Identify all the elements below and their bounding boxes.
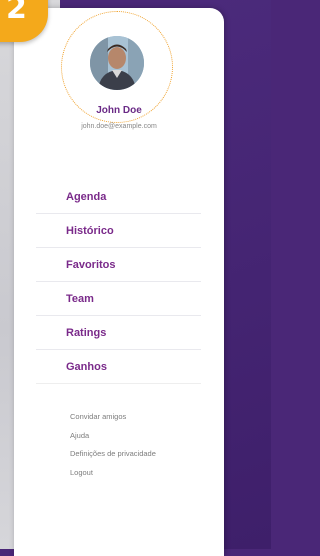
menu-item-team[interactable]: Team (36, 282, 201, 316)
menu-item-label: Agenda (66, 190, 107, 203)
user-email: john.doe@example.com (81, 123, 157, 130)
link-privacidade[interactable]: Definições de privacidade (70, 449, 156, 468)
user-photo-icon (90, 36, 144, 90)
step-number: 2 (6, 0, 27, 26)
user-name: John Doe (96, 105, 142, 116)
main-menu: Agenda Histórico Favoritos Team Ratings … (36, 180, 201, 384)
navigation-drawer: John Doe john.doe@example.com Agenda His… (14, 8, 224, 556)
link-logout[interactable]: Logout (70, 468, 156, 487)
secondary-menu: Convidar amigos Ajuda Definições de priv… (70, 412, 156, 486)
menu-item-favoritos[interactable]: Favoritos (36, 248, 201, 282)
menu-item-agenda[interactable]: Agenda (36, 180, 201, 214)
menu-item-label: Ratings (66, 326, 107, 339)
menu-item-label: Ganhos (66, 360, 107, 373)
link-ajuda[interactable]: Ajuda (70, 431, 156, 450)
link-convidar-amigos[interactable]: Convidar amigos (70, 412, 156, 431)
menu-item-label: Histórico (66, 224, 114, 237)
menu-item-ganhos[interactable]: Ganhos (36, 350, 201, 384)
menu-item-label: Favoritos (66, 258, 116, 271)
menu-item-ratings[interactable]: Ratings (36, 316, 201, 350)
avatar[interactable] (90, 36, 144, 90)
menu-item-label: Team (66, 292, 94, 305)
menu-item-historico[interactable]: Histórico (36, 214, 201, 248)
